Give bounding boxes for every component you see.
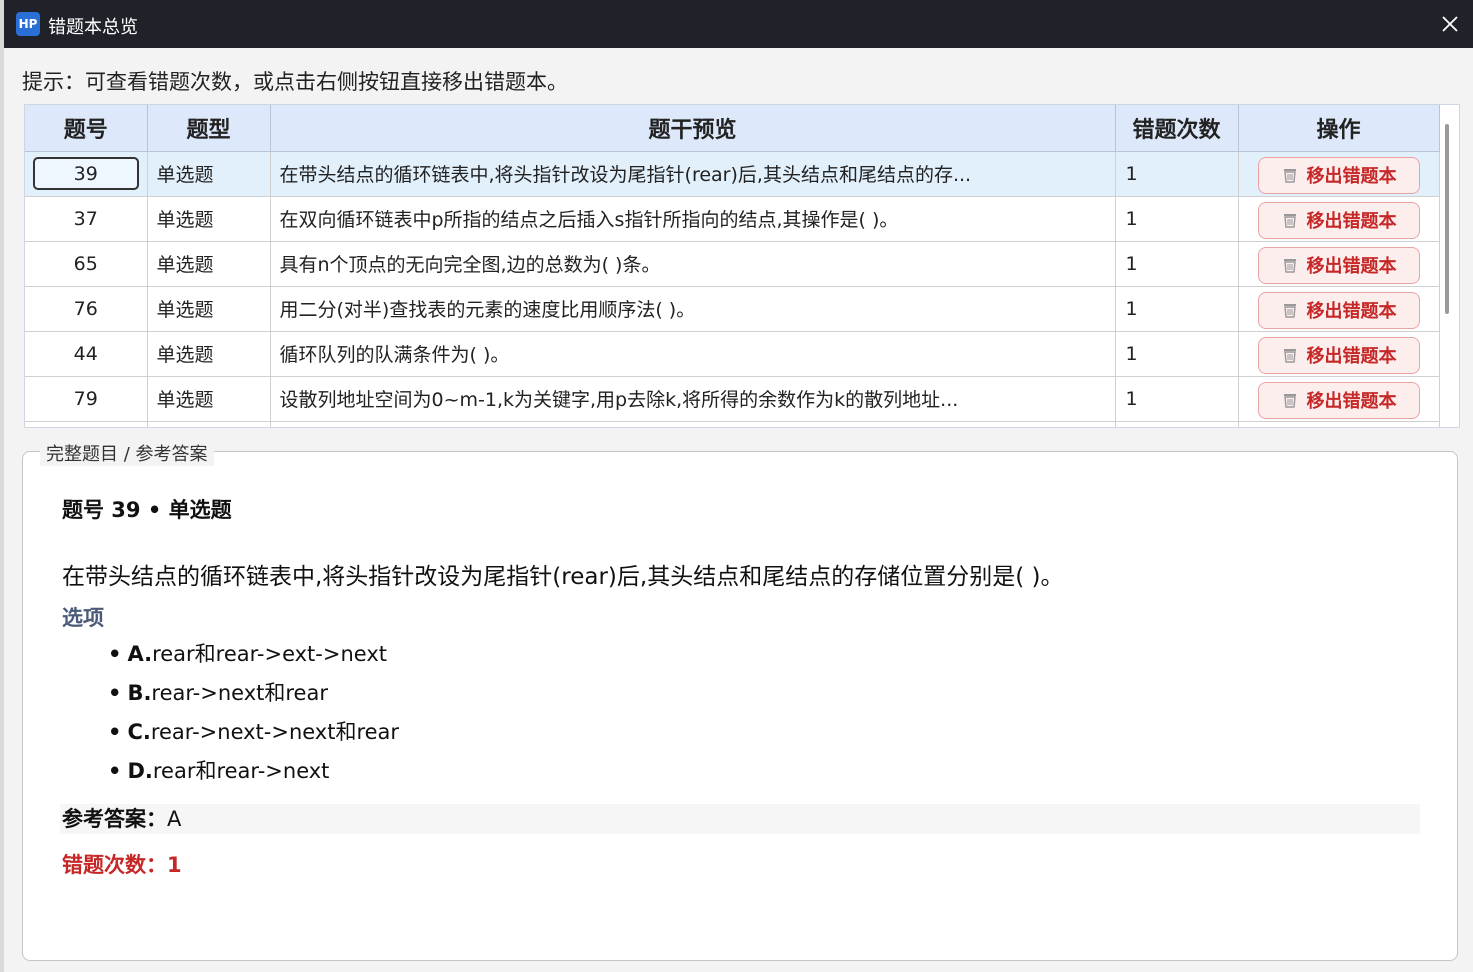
option-item: • B.rear->next和rear	[108, 681, 328, 705]
cell-count[interactable]: 1	[1115, 376, 1239, 422]
header-type[interactable]: 题型	[147, 105, 271, 152]
table-row[interactable]: 65 单选题 具有n个顶点的无向完全图,边的总数为( )条。 1 移出错题本	[25, 241, 1440, 287]
cell-stem[interactable]: 循环队列的队满条件为( )。	[270, 331, 1116, 377]
cell-type[interactable]: 单选题	[147, 151, 271, 197]
wrongbook-window: HP 错题本总览 提示：可查看错题次数，或点击右侧按钮直接移出错题本。 题号 题…	[4, 0, 1473, 972]
table-row-partial[interactable]	[25, 421, 1440, 427]
wrong-count: 错题次数：1	[62, 853, 182, 877]
table-header-row: 题号 题型 题干预览 错题次数 操作	[25, 105, 1440, 152]
close-icon	[1442, 16, 1458, 32]
option-text: rear和rear->next	[152, 759, 330, 783]
hint-text: 提示：可查看错题次数，或点击右侧按钮直接移出错题本。	[22, 70, 568, 94]
cell-count[interactable]: 1	[1115, 241, 1239, 287]
cell-action: 移出错题本	[1238, 241, 1440, 287]
cell-stem[interactable]: 在带头结点的循环链表中,将头指针改设为尾指针(rear)后,其头结点和尾结点的存…	[270, 151, 1116, 197]
cell-count[interactable]	[1115, 421, 1239, 427]
cell-stem[interactable]: 设散列地址空间为0~m-1,k为关键字,用p去除k,将所得的余数作为k的散列地址…	[270, 376, 1116, 422]
cell-id[interactable]: 65	[25, 241, 148, 287]
option-letter: B.	[127, 681, 152, 705]
options-label: 选项	[62, 606, 104, 630]
cell-action: 移出错题本	[1238, 331, 1440, 377]
cell-count[interactable]: 1	[1115, 286, 1239, 332]
cell-action: 移出错题本	[1238, 286, 1440, 332]
option-item: • C.rear->next->next和rear	[108, 720, 400, 744]
option-text: rear和rear->ext->next	[152, 642, 387, 666]
cell-count[interactable]: 1	[1115, 151, 1239, 197]
table-row[interactable]: 79 单选题 设散列地址空间为0~m-1,k为关键字,用p去除k,将所得的余数作…	[25, 376, 1440, 422]
cell-type[interactable]: 单选题	[147, 331, 271, 377]
header-count[interactable]: 错题次数	[1115, 105, 1239, 152]
remove-button-label: 移出错题本	[1306, 211, 1397, 232]
trash-icon	[1283, 259, 1296, 273]
remove-button[interactable]: 移出错题本	[1257, 336, 1420, 374]
cell-type[interactable]	[147, 421, 271, 427]
trash-icon	[1283, 304, 1296, 318]
header-stem[interactable]: 题干预览	[270, 105, 1116, 152]
cell-type[interactable]: 单选题	[147, 196, 271, 242]
table-row[interactable]: 39 单选题 在带头结点的循环链表中,将头指针改设为尾指针(rear)后,其头结…	[25, 151, 1440, 197]
cell-action	[1238, 421, 1440, 427]
trash-icon	[1283, 394, 1296, 408]
table-scrollbar[interactable]	[1445, 124, 1449, 314]
cell-id[interactable]: 79	[25, 376, 148, 422]
cell-type[interactable]: 单选题	[147, 286, 271, 332]
remove-button[interactable]: 移出错题本	[1257, 201, 1420, 239]
remove-button-label: 移出错题本	[1306, 346, 1397, 367]
option-text: rear->next->next和rear	[150, 720, 400, 744]
reference-answer: 参考答案：A	[60, 804, 1420, 834]
app-logo-icon: HP	[16, 12, 40, 36]
detail-legend: 完整题目 / 参考答案	[40, 440, 214, 466]
remove-button-label: 移出错题本	[1306, 301, 1397, 322]
cell-action: 移出错题本	[1238, 376, 1440, 422]
wrong-questions-table[interactable]: 题号 题型 题干预览 错题次数 操作 39 单选题 在带头结点的循环链表中,将头…	[24, 104, 1460, 428]
header-action[interactable]: 操作	[1238, 105, 1440, 152]
trash-icon	[1283, 169, 1296, 183]
trash-icon	[1283, 349, 1296, 363]
option-item: • A.rear和rear->ext->next	[108, 642, 387, 666]
remove-button[interactable]: 移出错题本	[1257, 246, 1420, 284]
cell-stem[interactable]: 具有n个顶点的无向完全图,边的总数为( )条。	[270, 241, 1116, 287]
cell-count[interactable]: 1	[1115, 331, 1239, 377]
option-letter: C.	[127, 720, 151, 744]
option-letter: A.	[127, 642, 153, 666]
window-title: 错题本总览	[48, 17, 138, 38]
header-id[interactable]: 题号	[25, 105, 148, 152]
remove-button-label: 移出错题本	[1306, 391, 1397, 412]
cell-stem[interactable]: 在双向循环链表中p所指的结点之后插入s指针所指向的结点,其操作是( )。	[270, 196, 1116, 242]
trash-icon	[1283, 214, 1296, 228]
table-row[interactable]: 44 单选题 循环队列的队满条件为( )。 1 移出错题本	[25, 331, 1440, 377]
remove-button-label: 移出错题本	[1306, 166, 1397, 187]
cell-id[interactable]	[25, 421, 148, 427]
remove-button-label: 移出错题本	[1306, 256, 1397, 277]
option-text: rear->next和rear	[151, 681, 328, 705]
remove-button[interactable]: 移出错题本	[1257, 291, 1420, 329]
table-row[interactable]: 37 单选题 在双向循环链表中p所指的结点之后插入s指针所指向的结点,其操作是(…	[25, 196, 1440, 242]
cell-type[interactable]: 单选题	[147, 241, 271, 287]
detail-heading: 题号 39 • 单选题	[62, 498, 232, 522]
background-window-edge	[0, 0, 4, 972]
remove-button[interactable]: 移出错题本	[1257, 156, 1420, 194]
close-button[interactable]	[1427, 0, 1473, 48]
answer-key: 参考答案：	[62, 807, 167, 831]
table-row[interactable]: 76 单选题 用二分(对半)查找表的元素的速度比用顺序法( )。 1 移出错题本	[25, 286, 1440, 332]
cell-action: 移出错题本	[1238, 196, 1440, 242]
cell-action: 移出错题本	[1238, 151, 1440, 197]
option-letter: D.	[127, 759, 153, 783]
options-list: • A.rear和rear->ext->next • B.rear->next和re…	[108, 640, 399, 796]
selected-id-box[interactable]: 39	[32, 157, 139, 190]
option-item: • D.rear和rear->next	[108, 759, 330, 783]
cell-type[interactable]: 单选题	[147, 376, 271, 422]
cell-id[interactable]: 37	[25, 196, 148, 242]
cell-id[interactable]: 76	[25, 286, 148, 332]
cell-id[interactable]: 44	[25, 331, 148, 377]
detail-question: 在带头结点的循环链表中,将头指针改设为尾指针(rear)后,其头结点和尾结点的存…	[62, 564, 1064, 590]
cell-stem[interactable]	[270, 421, 1116, 427]
cell-stem[interactable]: 用二分(对半)查找表的元素的速度比用顺序法( )。	[270, 286, 1116, 332]
cell-id[interactable]: 39	[25, 151, 148, 197]
remove-button[interactable]: 移出错题本	[1257, 381, 1420, 419]
cell-count[interactable]: 1	[1115, 196, 1239, 242]
title-bar: HP 错题本总览	[4, 0, 1473, 48]
answer-value: A	[167, 807, 182, 831]
